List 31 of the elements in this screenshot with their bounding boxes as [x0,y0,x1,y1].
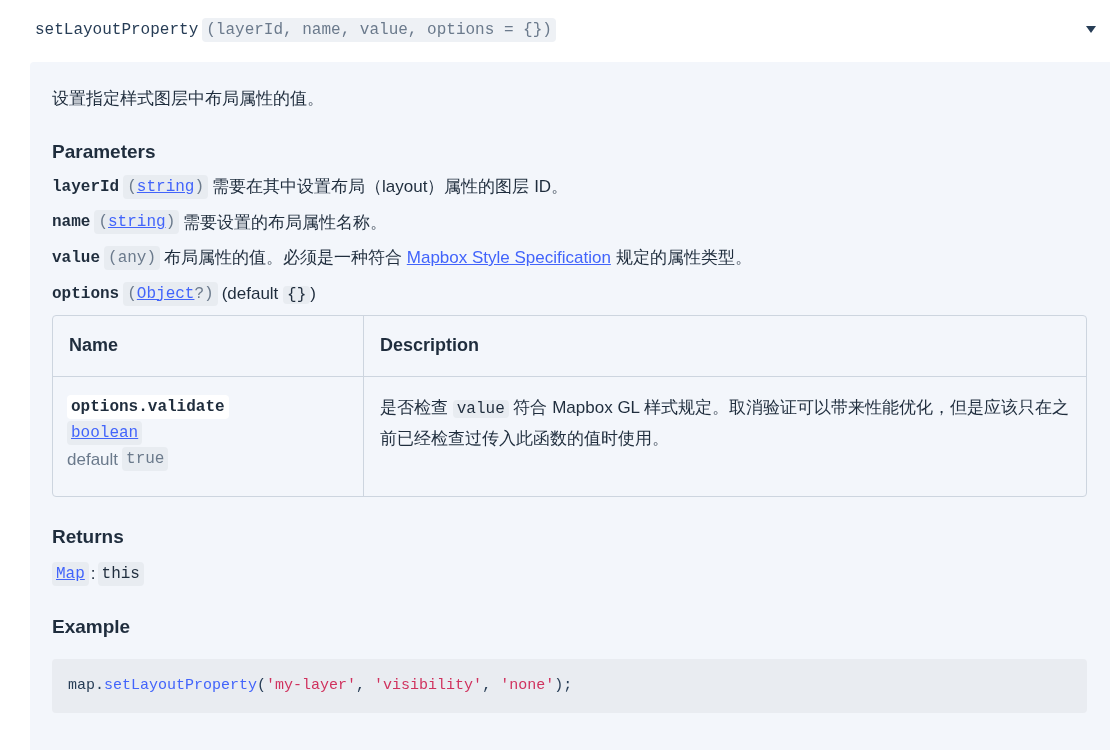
param-description: 需要设置的布局属性名称。 [183,211,388,234]
method-signature: (layerId, name, value, options = {}) [202,18,556,42]
section-heading: Example [52,614,132,639]
column-header: Description [380,334,480,357]
return-type-link[interactable]: Map [52,561,89,586]
spec-link[interactable]: Mapbox Style Specification [406,248,611,267]
option-description: 是否检查 value 符合 Mapbox GL 样式规定。取消验证可以带来性能优化，但是应该只在之前已经检查过传入此函数的值时使用。 [380,396,1070,450]
param-name: layerId [52,176,120,198]
param-name: options [52,283,120,305]
type-tag: (string) [123,174,209,199]
param-description: (default {} ) [221,282,316,306]
section-heading: Returns [52,524,125,549]
param-description: 布局属性的值。必须是一种符合 Mapbox Style Specification 规定的属性类型。 [164,247,752,269]
option-name: options.validate [67,394,229,419]
return-value: this [97,561,144,586]
param-description: 需要在其中设置布局（layout）属性的图层 ID。 [212,176,569,198]
default-value: true [122,447,169,472]
param-name: name [52,212,91,234]
type-tag: (string) [94,210,180,235]
method-name: setLayoutProperty [35,20,199,41]
method-description: 设置指定样式图层中布局属性的值。 [52,88,325,110]
section-heading: Parameters [52,139,157,164]
return-separator: : [90,563,96,585]
type-tag: (any) [104,245,161,270]
caret-icon[interactable] [1085,25,1097,35]
type-tag: (Object?) [123,281,218,306]
code-block: map.setLayoutProperty('my-layer', 'visibility', 'none'); [52,659,1087,713]
type-link[interactable]: boolean [67,420,143,445]
default-label: default [67,448,119,471]
param-name: value [52,247,100,269]
column-header: Name [69,334,119,357]
